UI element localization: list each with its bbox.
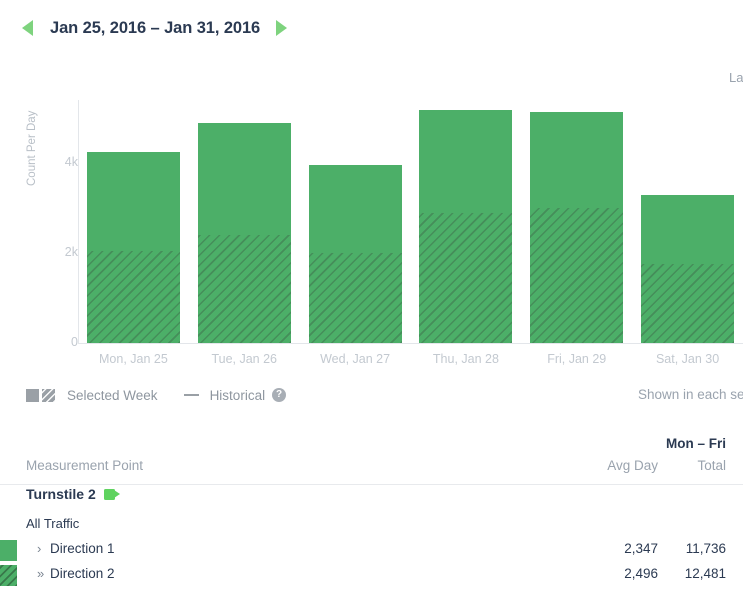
y-tick-label: 0 bbox=[71, 335, 78, 349]
x-tick-label: Sat, Jan 30 bbox=[655, 352, 720, 366]
bar-segment-direction-2[interactable] bbox=[419, 212, 513, 343]
legend-note-label: Shown in each ser bbox=[638, 387, 743, 402]
legend-swatch-solid-icon bbox=[26, 388, 39, 402]
legend-historical-dash-icon bbox=[183, 394, 199, 396]
bar-group[interactable] bbox=[308, 164, 402, 343]
bar-segment-direction-2[interactable] bbox=[308, 253, 402, 343]
chart-region: La Count Per Day 0 2k 4k Mon, Jan 25 Tue, J… bbox=[0, 56, 743, 372]
row-avg-day-value: 2,347 bbox=[624, 541, 658, 556]
bar-segment-direction-1[interactable] bbox=[86, 151, 180, 251]
x-tick-label: Tue, Jan 26 bbox=[211, 352, 278, 366]
bar-segment-direction-2[interactable] bbox=[197, 235, 291, 343]
row-label[interactable]: Direction 2 bbox=[50, 566, 115, 581]
row-total-value: 12,481 bbox=[684, 566, 726, 581]
bar-segment-direction-1[interactable] bbox=[197, 122, 291, 235]
x-tick-label: Fri, Jan 29 bbox=[547, 352, 607, 366]
bar-group[interactable] bbox=[197, 122, 291, 343]
column-header-total: Total bbox=[697, 458, 726, 473]
bar-segment-direction-2[interactable] bbox=[86, 250, 180, 343]
measurement-point-name: Turnstile 2 bbox=[26, 486, 96, 502]
x-tick-label: Wed, Jan 27 bbox=[320, 352, 391, 366]
bar-segment-direction-1[interactable] bbox=[530, 111, 624, 208]
help-icon[interactable]: ? bbox=[272, 388, 287, 402]
y-tick-label: 4k bbox=[64, 155, 78, 169]
bar-group[interactable] bbox=[530, 111, 624, 343]
chart-legend: Selected Week Historical ? Shown in each… bbox=[0, 382, 743, 408]
bar-group[interactable] bbox=[641, 195, 735, 343]
row-label[interactable]: Direction 1 bbox=[50, 541, 115, 556]
video-camera-icon[interactable] bbox=[103, 488, 121, 500]
bar-segment-direction-1[interactable] bbox=[308, 164, 402, 253]
column-header-avg-day: Avg Day bbox=[607, 458, 658, 473]
row-expand-chevron-icon[interactable]: › bbox=[37, 541, 41, 556]
next-week-arrow-icon[interactable] bbox=[276, 20, 288, 36]
row-expand-chevron-icon[interactable]: » bbox=[37, 566, 44, 581]
bar-segment-direction-1[interactable] bbox=[641, 195, 735, 264]
bar-group[interactable] bbox=[86, 151, 180, 343]
row-color-swatch bbox=[0, 540, 17, 561]
plot-area bbox=[78, 100, 743, 343]
legend-swatch-hatched-icon bbox=[42, 388, 55, 402]
table-row[interactable]: › Direction 1 2,347 11,736 bbox=[0, 538, 743, 563]
date-range-label: Jan 25, 2016 – Jan 31, 2016 bbox=[50, 18, 261, 37]
chart-corner-clipped-label: La bbox=[729, 70, 743, 85]
bar-segment-direction-2[interactable] bbox=[641, 263, 735, 343]
all-traffic-label: All Traffic bbox=[26, 516, 80, 531]
table-group-header: Mon – Fri bbox=[666, 436, 726, 451]
x-tick-label: Mon, Jan 25 bbox=[99, 352, 168, 366]
table-divider bbox=[0, 484, 743, 485]
x-axis-line bbox=[78, 343, 743, 344]
bar-segment-direction-1[interactable] bbox=[419, 109, 513, 213]
row-total-value: 11,736 bbox=[685, 541, 726, 556]
row-avg-day-value: 2,496 bbox=[624, 566, 658, 581]
legend-selected-week-label: Selected Week bbox=[67, 387, 158, 403]
y-axis-title: Count Per Day bbox=[26, 110, 38, 186]
x-tick-label: Thu, Jan 28 bbox=[432, 352, 499, 366]
y-tick-label: 2k bbox=[64, 245, 78, 259]
bar-group[interactable] bbox=[419, 109, 513, 343]
measurement-point-row[interactable]: Turnstile 2 bbox=[26, 486, 121, 502]
legend-historical-label: Historical bbox=[209, 387, 266, 403]
date-range-navigator: Jan 25, 2016 – Jan 31, 2016 bbox=[0, 0, 743, 56]
table-row[interactable]: » Direction 2 2,496 12,481 bbox=[0, 563, 743, 588]
column-header-measurement-point: Measurement Point bbox=[26, 458, 144, 473]
table-header-row: Measurement Point Avg Day Total bbox=[0, 458, 743, 480]
bar-segment-direction-2[interactable] bbox=[530, 208, 624, 343]
row-color-swatch bbox=[0, 565, 17, 586]
previous-week-arrow-icon[interactable] bbox=[22, 20, 33, 36]
